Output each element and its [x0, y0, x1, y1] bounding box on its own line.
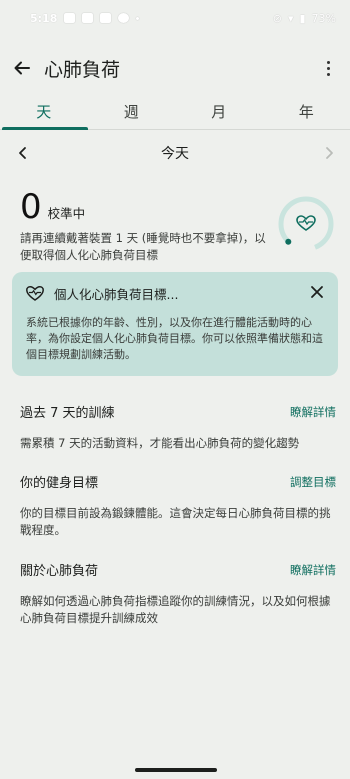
sync-notification-icon	[118, 13, 130, 23]
status-right: ⊘ ▾ ▮ 73%	[273, 12, 336, 25]
close-icon[interactable]	[310, 285, 324, 299]
card-body: 系統已根據你的年齡、性別，以及你在進行體能活動時的心率，為你設定個人化心肺負荷目…	[26, 316, 323, 361]
page-title: 心肺負荷	[44, 58, 121, 81]
calibration-status: 校準中	[47, 206, 86, 221]
heart-pulse-icon	[26, 286, 44, 301]
status-time: 5:18	[30, 11, 58, 25]
section-header: 關於心肺負荷 瞭解詳情	[20, 560, 336, 580]
app-bar: 心肺負荷	[0, 48, 350, 88]
date-label: 今天	[161, 146, 189, 162]
arrow-left-icon	[14, 61, 30, 75]
chevron-left-icon	[19, 147, 26, 159]
tab-month[interactable]: 月	[175, 96, 263, 129]
next-day-button[interactable]	[320, 143, 338, 163]
section-about-cardio-load: 關於心肺負荷 瞭解詳情 瞭解如何透過心肺負荷指標追蹤你的訓練情況，以及如何根據心…	[20, 560, 336, 627]
tab-week[interactable]: 週	[88, 96, 176, 129]
section-header: 過去 7 天的訓練 瞭解詳情	[20, 402, 336, 422]
cardio-load-gauge	[278, 196, 334, 252]
section-title: 過去 7 天的訓練	[20, 406, 115, 421]
adjust-goal-link[interactable]: 調整目標	[290, 474, 336, 490]
section-description: 瞭解如何透過心肺負荷指標追蹤你的訓練情況，以及如何根據心肺負荷目標提升訓練成效	[20, 594, 331, 625]
tab-day[interactable]: 天	[0, 96, 88, 130]
personalized-target-card: 個人化心肺負荷目標... 系統已根據你的年齡、性別，以及你在進行體能活動時的心率…	[12, 272, 338, 376]
previous-day-button[interactable]	[14, 143, 32, 163]
app-notification-icon	[100, 13, 112, 23]
cardio-load-summary: 0 校準中 請再連續戴著裝置 1 天 (睡覺時也不要拿掉)，以便取得個人化心肺負…	[20, 190, 280, 264]
learn-more-link[interactable]: 瞭解詳情	[290, 562, 336, 578]
battery-icon: ▮	[299, 11, 306, 25]
status-bar: 5:18 ⊘ ▾ ▮ 73%	[0, 0, 350, 36]
more-vert-icon	[326, 60, 330, 64]
section-description: 需累積 7 天的活動資料，才能看出心肺負荷的變化趨勢	[20, 436, 300, 450]
heart-pulse-icon	[296, 215, 316, 231]
more-options-button[interactable]	[316, 56, 340, 80]
learn-more-link[interactable]: 瞭解詳情	[290, 404, 336, 420]
calibration-description: 請再連續戴著裝置 1 天 (睡覺時也不要拿掉)，以便取得個人化心肺負荷目標	[20, 231, 266, 262]
mute-icon: ⊘	[272, 11, 282, 25]
tab-year[interactable]: 年	[263, 96, 350, 129]
chevron-right-icon	[326, 147, 333, 159]
section-title: 你的健身目標	[20, 476, 99, 491]
youtube-notification-icon-2	[82, 13, 94, 23]
back-button[interactable]	[0, 48, 44, 88]
section-fitness-goal: 你的健身目標 調整目標 你的目標目前設為鍛鍊體能。這會決定每日心肺負荷目標的挑戰…	[20, 472, 336, 539]
cardio-load-value: 0	[20, 187, 42, 227]
battery-percent: 73%	[311, 11, 336, 25]
youtube-notification-icon	[64, 13, 76, 23]
home-indicator[interactable]	[135, 768, 217, 772]
card-header: 個人化心肺負荷目標...	[26, 284, 324, 303]
section-description: 你的目標目前設為鍛鍊體能。這會決定每日心肺負荷目標的挑戰程度。	[20, 506, 331, 537]
date-navigator: 今天	[0, 140, 350, 166]
more-notifications-dot	[136, 16, 140, 20]
wifi-icon: ▾	[287, 11, 294, 25]
load-value-row: 0 校準中	[20, 190, 280, 224]
status-left: 5:18	[30, 11, 140, 25]
period-tabs: 天 週 月 年	[0, 96, 350, 130]
card-title: 個人化心肺負荷目標...	[54, 287, 179, 302]
section-past-7-days: 過去 7 天的訓練 瞭解詳情 需累積 7 天的活動資料，才能看出心肺負荷的變化趨…	[20, 402, 336, 452]
section-header: 你的健身目標 調整目標	[20, 472, 336, 492]
section-title: 關於心肺負荷	[20, 564, 99, 579]
